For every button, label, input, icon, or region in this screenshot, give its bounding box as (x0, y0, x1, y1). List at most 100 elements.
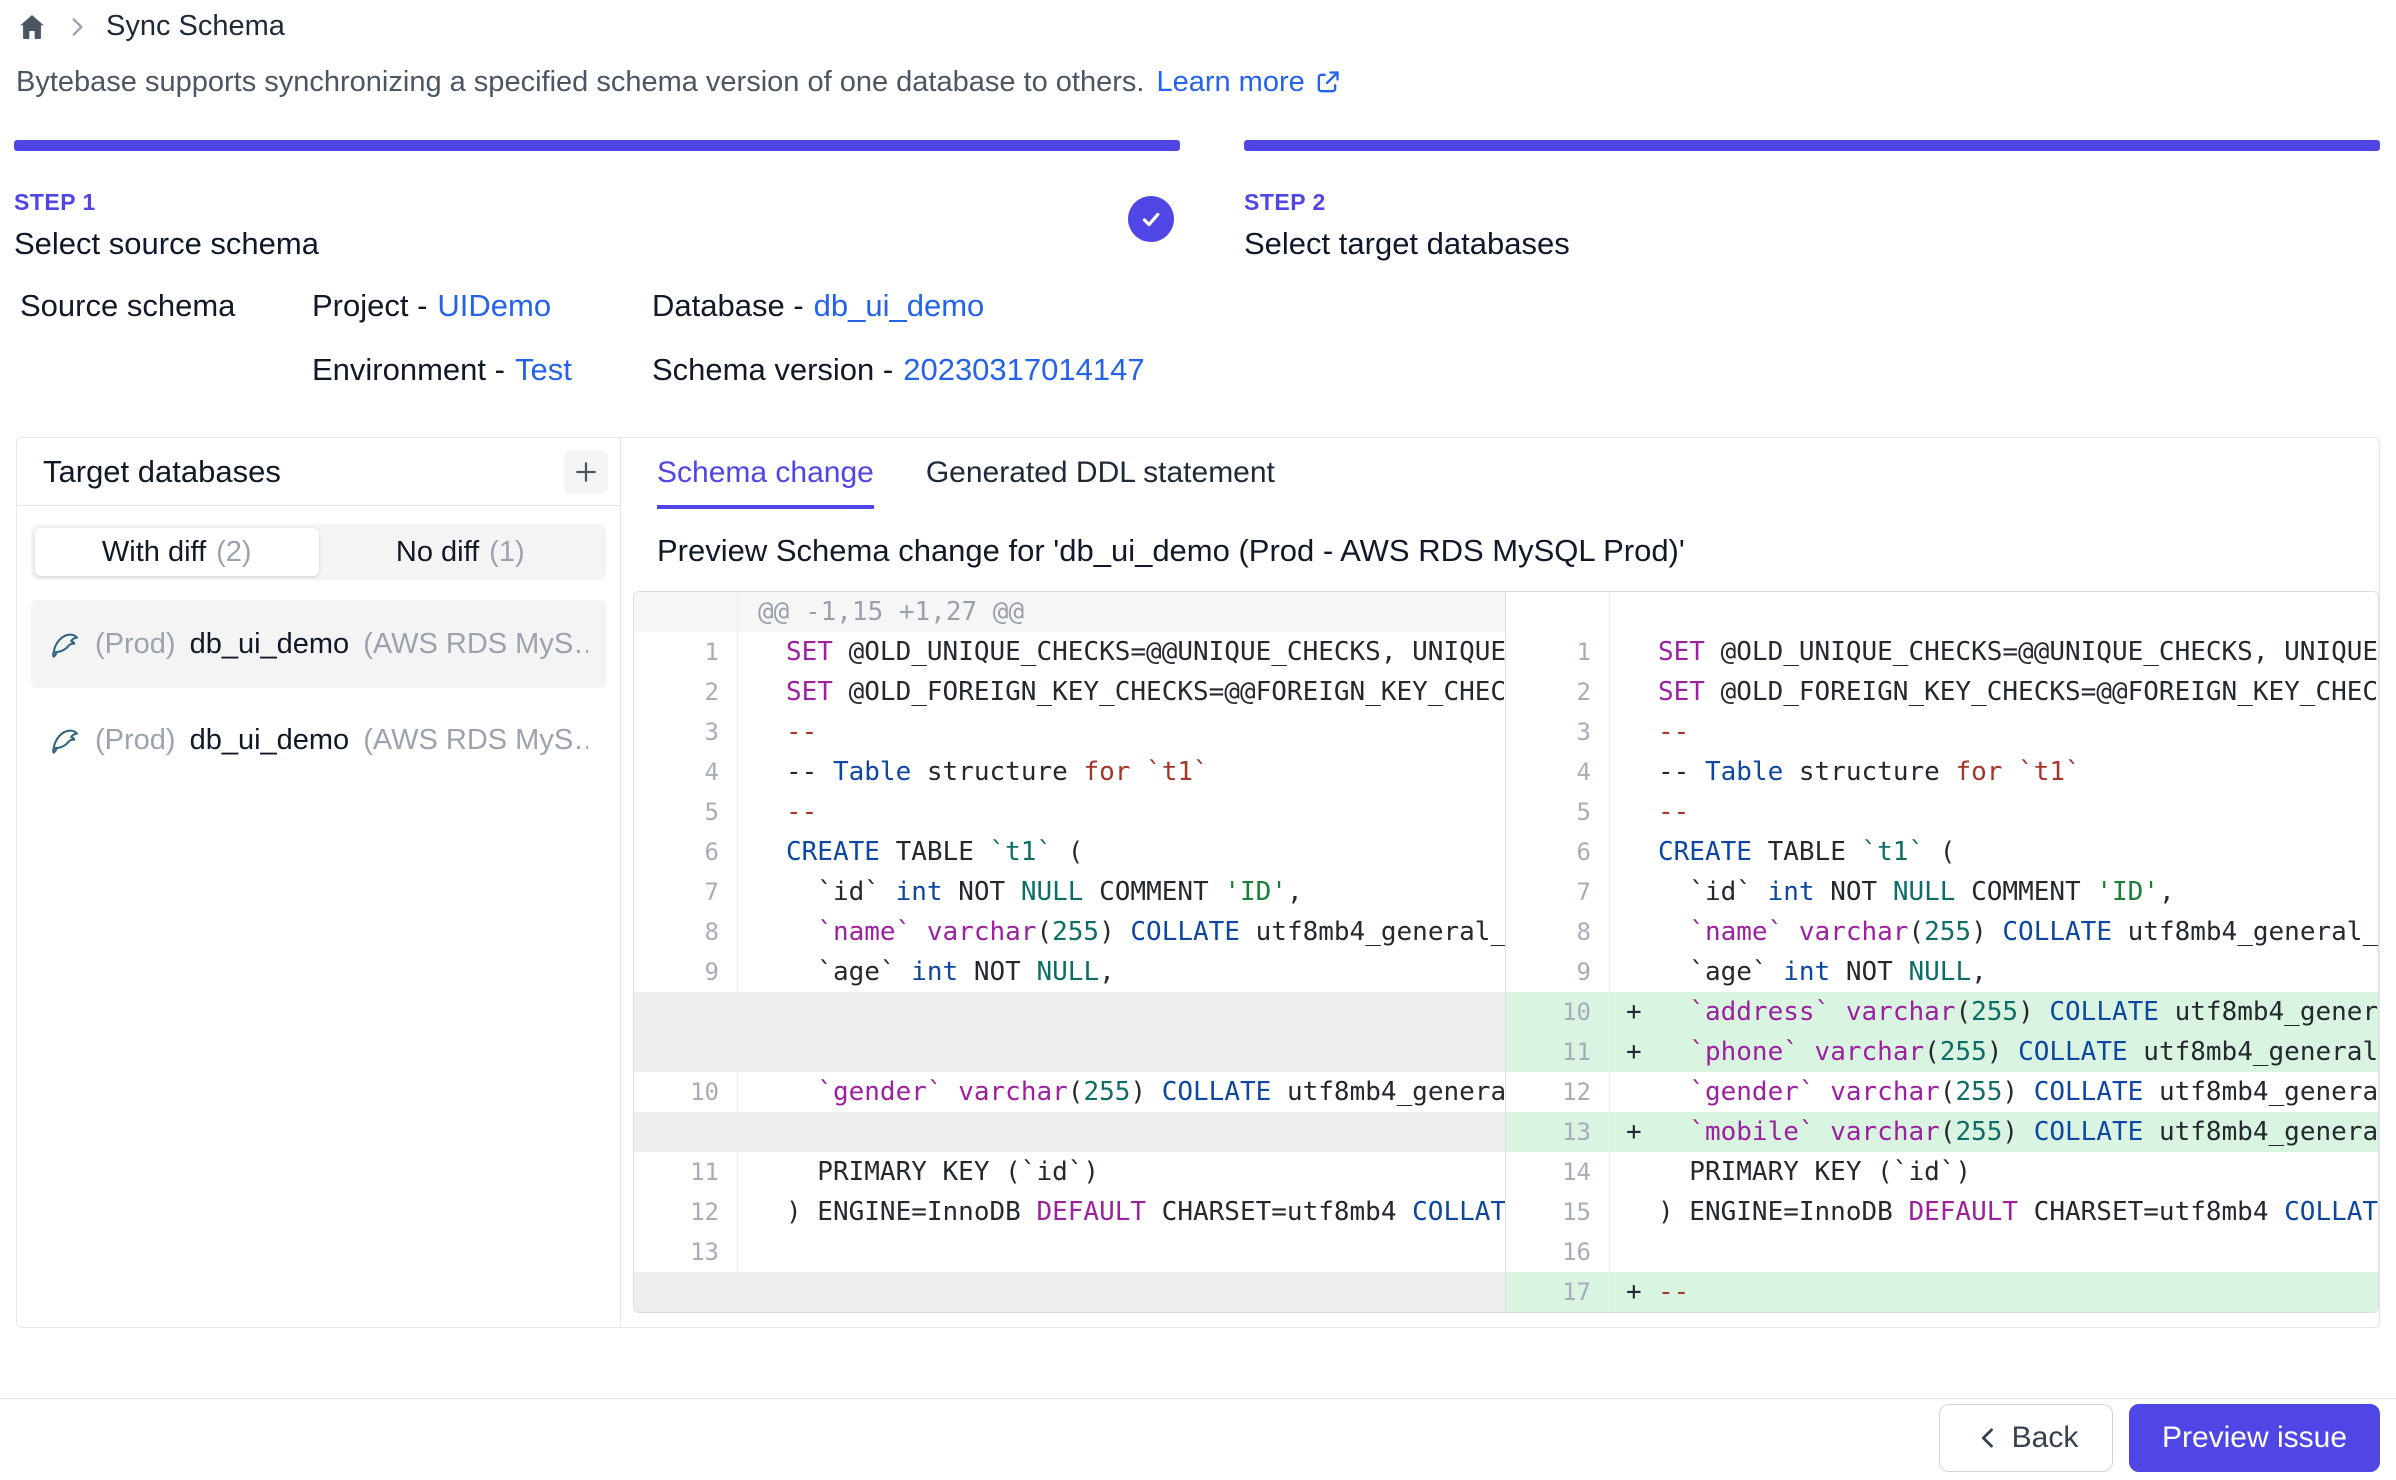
line-number: 12 (1506, 1072, 1610, 1112)
diff-row-old (634, 992, 1505, 1032)
line-number: 7 (634, 872, 738, 912)
schema-diff-view: @@ -1,15 +1,27 @@1SET @OLD_UNIQUE_CHECKS… (633, 591, 2379, 1313)
source-schema-summary: Source schema Project - UIDemo Database … (20, 288, 1145, 388)
line-number: 5 (634, 792, 738, 832)
code-line: -- (738, 712, 1505, 752)
line-number: 8 (634, 912, 738, 952)
code-line: -- (1610, 712, 2378, 752)
code-line: @@ -1,15 +1,27 @@ (738, 592, 1505, 632)
diff-row-new: 11+ `phone` varchar(255) COLLATE utf8mb4… (1506, 1032, 2378, 1072)
chevron-left-icon (1974, 1424, 2002, 1452)
preview-issue-button[interactable]: Preview issue (2129, 1404, 2380, 1472)
line-number: 6 (634, 832, 738, 872)
diff-row-new: 6CREATE TABLE `t1` ( (1506, 832, 2378, 872)
line-number: 17 (1506, 1272, 1610, 1312)
diff-row-old: 11 PRIMARY KEY (`id`) (634, 1152, 1505, 1192)
code-line (738, 1032, 1505, 1072)
line-number: 1 (634, 632, 738, 672)
tab-schema-change[interactable]: Schema change (657, 456, 874, 509)
with-diff-label: With diff (102, 536, 206, 569)
environment-label: Environment - (312, 352, 505, 388)
preview-title: Preview Schema change for 'db_ui_demo (P… (657, 533, 2379, 569)
learn-more-link[interactable]: Learn more (1156, 66, 1340, 99)
breadcrumb: Sync Schema (16, 10, 285, 43)
source-schema-label: Source schema (20, 288, 312, 388)
learn-more-label: Learn more (1156, 66, 1304, 99)
line-number: 9 (1506, 952, 1610, 992)
step-2-progress-bar (1244, 140, 2380, 151)
schema-preview-panel: Schema change Generated DDL statement Pr… (621, 438, 2379, 1327)
step-1-title: Select source schema (14, 226, 1180, 262)
database-list-item[interactable]: (Prod) db_ui_demo (AWS RDS MyS… (31, 696, 606, 784)
project-link[interactable]: UIDemo (437, 288, 551, 324)
no-diff-label: No diff (396, 536, 479, 569)
line-number: 13 (1506, 1112, 1610, 1152)
step-2: STEP 2 Select target databases (1244, 140, 2380, 262)
diff-row-new: 16 (1506, 1232, 2378, 1272)
diff-row-old: 10 `gender` varchar(255) COLLATE utf8mb4… (634, 1072, 1505, 1112)
added-line-sign: + (1626, 1032, 1642, 1072)
added-line-sign: + (1626, 1272, 1642, 1312)
code-line (1610, 1232, 2378, 1272)
code-line: ) ENGINE=InnoDB DEFAULT CHARSET=utf8mb4 … (738, 1192, 1505, 1232)
diff-row-old: 2SET @OLD_FOREIGN_KEY_CHECKS=@@FOREIGN_K… (634, 672, 1505, 712)
step-2-label: STEP 2 (1244, 189, 2380, 216)
mysql-icon (49, 723, 81, 757)
schema-version-label: Schema version - (652, 352, 893, 388)
line-number (634, 1032, 738, 1072)
schema-version-link[interactable]: 20230317014147 (903, 352, 1144, 388)
code-line: + `address` varchar(255) COLLATE utf8mb4… (1610, 992, 2378, 1032)
diff-row-new: 1SET @OLD_UNIQUE_CHECKS=@@UNIQUE_CHECKS,… (1506, 632, 2378, 672)
code-line: `gender` varchar(255) COLLATE utf8mb4_ge… (1610, 1072, 2378, 1112)
line-number (634, 1112, 738, 1152)
add-target-database-button[interactable] (564, 450, 608, 494)
code-line: SET @OLD_UNIQUE_CHECKS=@@UNIQUE_CHECKS, … (1610, 632, 2378, 672)
home-icon[interactable] (16, 11, 48, 43)
tab-generated-ddl[interactable]: Generated DDL statement (926, 456, 1275, 509)
code-line: `name` varchar(255) COLLATE utf8mb4_gene… (738, 912, 1505, 952)
footer-actions: Back Preview issue (1939, 1404, 2380, 1472)
line-number: 12 (634, 1192, 738, 1232)
line-number (634, 992, 738, 1032)
code-line (738, 992, 1505, 1032)
line-number: 10 (1506, 992, 1610, 1032)
code-line: SET @OLD_FOREIGN_KEY_CHECKS=@@FOREIGN_KE… (1610, 672, 2378, 712)
added-line-sign: + (1626, 992, 1642, 1032)
code-line (738, 1272, 1505, 1312)
with-diff-count: (2) (216, 536, 251, 569)
back-button[interactable]: Back (1939, 1404, 2113, 1472)
diff-row-old: @@ -1,15 +1,27 @@ (634, 592, 1505, 632)
line-number: 15 (1506, 1192, 1610, 1232)
code-line: + `mobile` varchar(255) COLLATE utf8mb4_… (1610, 1112, 2378, 1152)
tab-no-diff[interactable]: No diff (1) (319, 528, 603, 576)
environment-link[interactable]: Test (515, 352, 572, 388)
diff-left-pane: @@ -1,15 +1,27 @@1SET @OLD_UNIQUE_CHECKS… (634, 592, 1506, 1312)
line-number: 16 (1506, 1232, 1610, 1272)
diff-filter-segmented-control: With diff (2) No diff (1) (31, 524, 606, 580)
diff-row-new: 5-- (1506, 792, 2378, 832)
code-line: `gender` varchar(255) COLLATE utf8mb4_ge… (738, 1072, 1505, 1112)
line-number: 11 (1506, 1032, 1610, 1072)
code-line: `id` int NOT NULL COMMENT 'ID', (738, 872, 1505, 912)
diff-row-old: 4-- Table structure for `t1` (634, 752, 1505, 792)
code-line: ) ENGINE=InnoDB DEFAULT CHARSET=utf8mb4 … (1610, 1192, 2378, 1232)
database-link[interactable]: db_ui_demo (814, 288, 985, 324)
tab-with-diff[interactable]: With diff (2) (35, 528, 319, 576)
code-line: SET @OLD_FOREIGN_KEY_CHECKS=@@FOREIGN_KE… (738, 672, 1505, 712)
added-line-sign: + (1626, 1112, 1642, 1152)
target-databases-panel: Target databases With diff (2) No diff (… (17, 438, 621, 1327)
diff-row-new: 12 `gender` varchar(255) COLLATE utf8mb4… (1506, 1072, 2378, 1112)
step-2-title: Select target databases (1244, 226, 2380, 262)
line-number: 3 (1506, 712, 1610, 752)
database-environment: (Prod) (95, 724, 176, 757)
diff-row-old: 7 `id` int NOT NULL COMMENT 'ID', (634, 872, 1505, 912)
diff-right-pane: 1SET @OLD_UNIQUE_CHECKS=@@UNIQUE_CHECKS,… (1506, 592, 2378, 1312)
target-databases-title: Target databases (43, 454, 281, 490)
target-databases-header: Target databases (17, 438, 620, 506)
diff-row-new: 4-- Table structure for `t1` (1506, 752, 2378, 792)
code-line: PRIMARY KEY (`id`) (738, 1152, 1505, 1192)
line-number: 4 (1506, 752, 1610, 792)
external-link-icon (1313, 69, 1341, 97)
database-list-item[interactable]: (Prod) db_ui_demo (AWS RDS MyS… (31, 600, 606, 688)
diff-row-new: 15) ENGINE=InnoDB DEFAULT CHARSET=utf8mb… (1506, 1192, 2378, 1232)
